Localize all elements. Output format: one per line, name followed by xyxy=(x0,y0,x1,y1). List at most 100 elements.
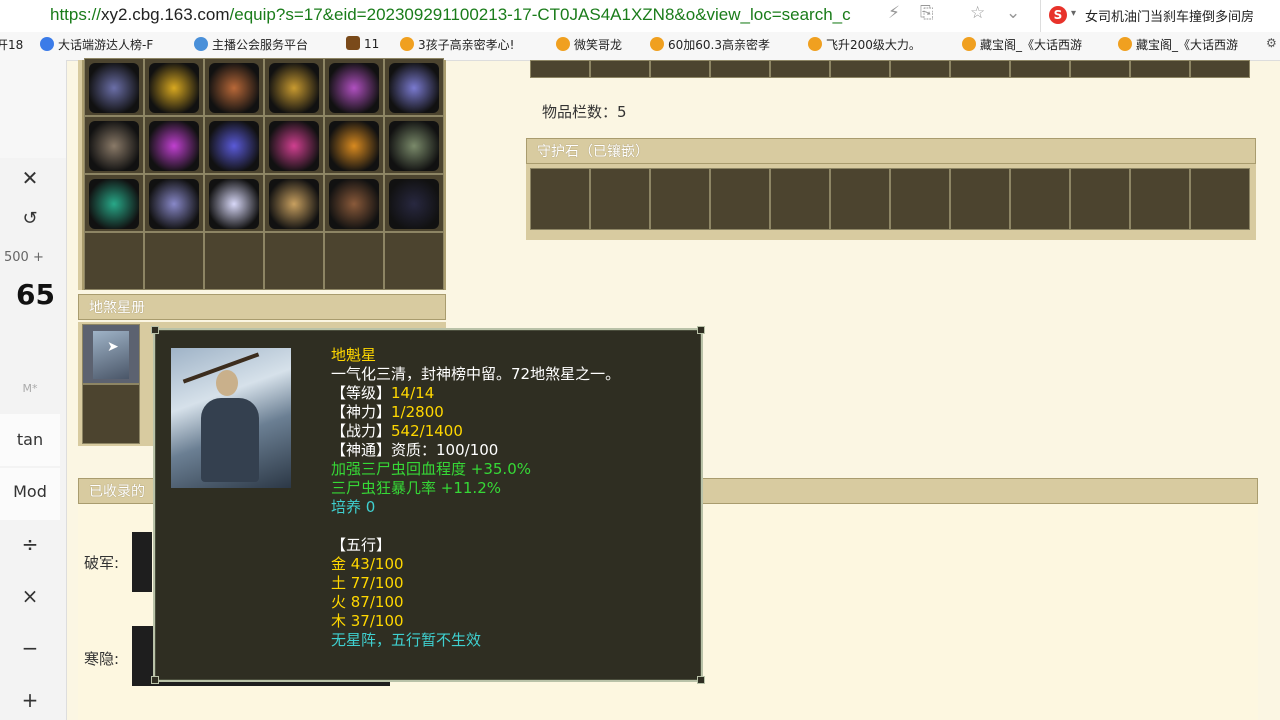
calc-expression: 500 + xyxy=(4,250,44,265)
equipment-slot[interactable] xyxy=(204,232,264,290)
close-icon[interactable]: ✕ xyxy=(0,166,60,190)
search-box[interactable]: S ▾ 女司机油门当刹车撞倒多间房 xyxy=(1040,0,1280,32)
page-left-strip xyxy=(0,60,67,158)
inventory-slot[interactable] xyxy=(710,60,770,78)
bookmark-item[interactable]: 3孩子高亲密孝心! xyxy=(400,36,514,53)
guard-stone-slot[interactable] xyxy=(710,168,770,230)
equipment-slot[interactable] xyxy=(144,116,204,174)
guard-stone-slot[interactable] xyxy=(1070,168,1130,230)
star-slot-0[interactable]: ➤ xyxy=(82,324,140,384)
equipment-slot[interactable] xyxy=(324,232,384,290)
url-text[interactable]: https://xy2.cbg.163.com/equip?s=17&eid=2… xyxy=(50,5,851,25)
star-icon[interactable]: ☆ xyxy=(970,3,985,23)
guard-stone-slot[interactable] xyxy=(950,168,1010,230)
bookmark-item[interactable]: 主播公会服务平台 xyxy=(194,36,308,53)
mod-button[interactable]: Mod xyxy=(0,482,60,501)
equipment-slot[interactable] xyxy=(84,232,144,290)
equipment-slot[interactable] xyxy=(384,116,444,174)
equipment-slot[interactable] xyxy=(84,58,144,116)
lightning-icon[interactable]: ⚡ xyxy=(888,3,900,23)
star-tooltip: 地魁星 一气化三清，封神榜中留。72地煞星之一。 【等级】14/14 【神力】1… xyxy=(151,326,705,684)
star-slot-1[interactable] xyxy=(82,384,140,444)
more-bookmarks-icon[interactable]: ⚙ xyxy=(1266,36,1277,50)
multiply-button[interactable]: × xyxy=(0,584,60,608)
bookmark-item[interactable]: 藏宝阁_《大话西游 xyxy=(1118,36,1238,53)
element-wood: 木 37/100 xyxy=(331,612,404,630)
equipment-slot[interactable] xyxy=(144,232,204,290)
equipment-slot[interactable] xyxy=(204,174,264,232)
share-icon[interactable]: ⎘ xyxy=(920,3,934,23)
star-desc: 一气化三清，封神榜中留。72地煞星之一。 xyxy=(331,365,621,383)
guard-stone-slot[interactable] xyxy=(1190,168,1250,230)
equipment-item-icon xyxy=(389,179,439,229)
guard-stone-slot[interactable] xyxy=(650,168,710,230)
chevron-down-icon[interactable]: ⌄ xyxy=(1006,3,1020,23)
bookmark-item[interactable]: 微笑哥龙 xyxy=(556,36,622,53)
plus-button[interactable]: + xyxy=(0,688,60,712)
inventory-slot[interactable] xyxy=(1190,60,1250,78)
inventory-slot[interactable] xyxy=(890,60,950,78)
equipment-slot[interactable] xyxy=(384,174,444,232)
equipment-slot[interactable] xyxy=(144,174,204,232)
equipment-item-icon xyxy=(89,63,139,113)
inventory-slot[interactable] xyxy=(950,60,1010,78)
guard-stone-slot[interactable] xyxy=(770,168,830,230)
bookmark-item[interactable]: 大话端游达人榜-F xyxy=(40,36,153,53)
tan-button[interactable]: tan xyxy=(0,430,60,449)
element-metal: 金 43/100 xyxy=(331,555,404,573)
guard-stone-slot[interactable] xyxy=(530,168,590,230)
equipment-slot[interactable] xyxy=(264,58,324,116)
inventory-slot[interactable] xyxy=(1070,60,1130,78)
inventory-grid-top xyxy=(526,60,1256,80)
star-level: 【等级】14/14 xyxy=(331,384,435,402)
history-icon[interactable]: ↺ xyxy=(0,208,60,229)
inventory-slot[interactable] xyxy=(530,60,590,78)
star-bonus-2: 三尸虫狂暴几率 +11.2% xyxy=(331,479,501,497)
guard-stone-slot[interactable] xyxy=(830,168,890,230)
equipment-slot[interactable] xyxy=(324,58,384,116)
inventory-slot[interactable] xyxy=(650,60,710,78)
equipment-slot[interactable] xyxy=(384,232,444,290)
equipment-item-icon xyxy=(329,63,379,113)
bookmark-item[interactable]: 60加60.3高亲密孝 xyxy=(650,36,770,53)
star-portrait xyxy=(171,348,291,488)
memory-button[interactable]: M* xyxy=(0,382,60,395)
inventory-slot[interactable] xyxy=(1010,60,1070,78)
inventory-slot[interactable] xyxy=(770,60,830,78)
guard-stone-slot[interactable] xyxy=(1130,168,1190,230)
inventory-slot[interactable] xyxy=(830,60,890,78)
equipment-item-icon xyxy=(149,121,199,171)
equipment-slot[interactable] xyxy=(84,174,144,232)
equipment-item-icon xyxy=(149,179,199,229)
equipment-item-icon xyxy=(149,63,199,113)
guard-stone-slot[interactable] xyxy=(1010,168,1070,230)
search-engine-icon[interactable]: S xyxy=(1049,6,1067,24)
element-fire: 火 87/100 xyxy=(331,593,404,611)
dropdown-icon[interactable]: ▾ xyxy=(1071,8,1076,19)
star-array-note: 无星阵，五行暂不生效 xyxy=(331,631,482,649)
bookmark-item[interactable]: 11 xyxy=(346,36,379,51)
bookmark-item[interactable]: 开18 xyxy=(0,36,23,53)
inventory-slot[interactable] xyxy=(590,60,650,78)
equipment-slot[interactable] xyxy=(204,58,264,116)
equipment-slot[interactable] xyxy=(324,116,384,174)
minus-button[interactable]: − xyxy=(0,636,60,660)
equipment-slot[interactable] xyxy=(264,232,324,290)
address-bar[interactable]: https://xy2.cbg.163.com/equip?s=17&eid=2… xyxy=(0,0,1280,32)
inventory-slot[interactable] xyxy=(1130,60,1190,78)
guard-stone-panel: 守护石（已镶嵌） xyxy=(526,138,1256,240)
guard-stone-slot[interactable] xyxy=(890,168,950,230)
bookmark-favicon-icon xyxy=(1118,37,1132,51)
equipment-slot[interactable] xyxy=(144,58,204,116)
equipment-slot[interactable] xyxy=(324,174,384,232)
equipment-slot[interactable] xyxy=(264,174,324,232)
equipment-slot[interactable] xyxy=(204,116,264,174)
guard-stone-slot[interactable] xyxy=(590,168,650,230)
equipment-slot[interactable] xyxy=(84,116,144,174)
bookmark-item[interactable]: 飞升200级大力。 xyxy=(808,36,921,53)
collected-item-slot[interactable] xyxy=(132,532,152,592)
divide-button[interactable]: ÷ xyxy=(0,532,60,556)
equipment-slot[interactable] xyxy=(264,116,324,174)
equipment-slot[interactable] xyxy=(384,58,444,116)
bookmark-item[interactable]: 藏宝阁_《大话西游 xyxy=(962,36,1082,53)
